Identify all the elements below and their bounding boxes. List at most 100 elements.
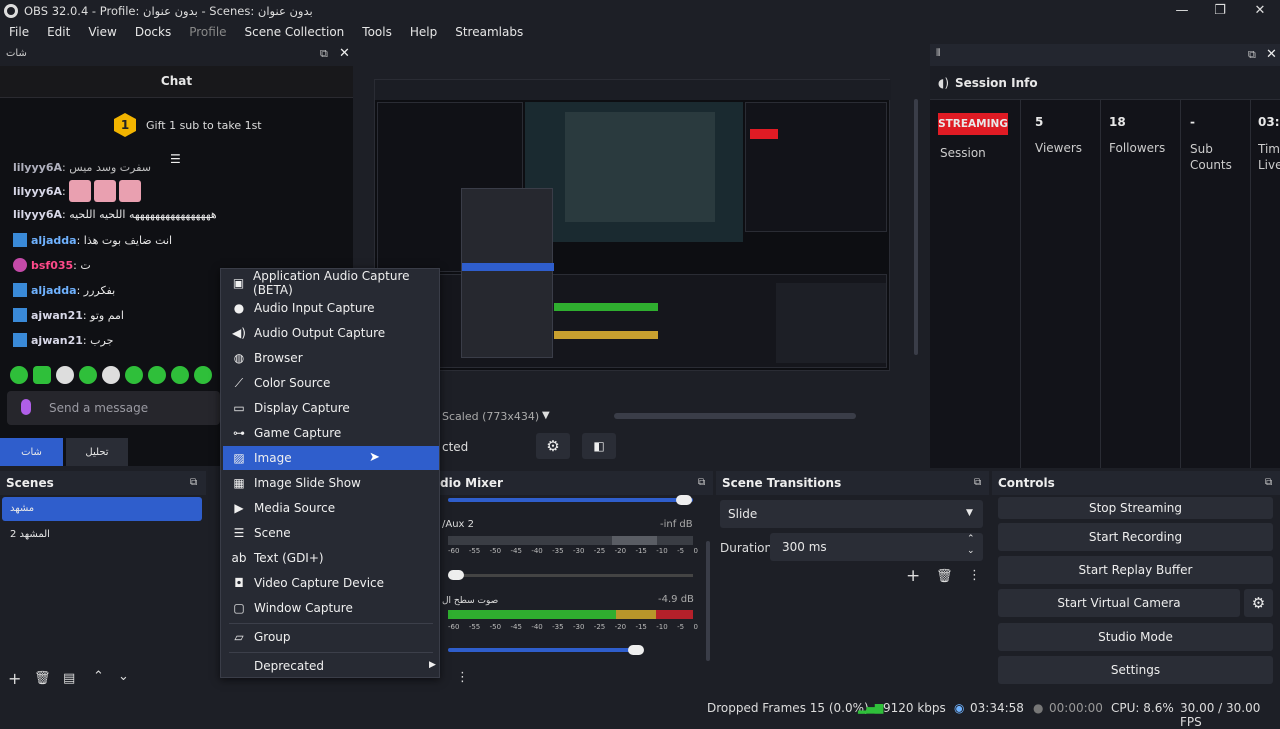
brush-icon: ⟋ xyxy=(234,375,244,390)
emote-icon[interactable] xyxy=(194,366,212,384)
menu-item-text-gdi[interactable]: ab Text (GDI+) xyxy=(223,546,439,570)
chevron-down-icon[interactable]: ▼ xyxy=(542,410,550,421)
menu-item-audio-input-capture[interactable]: ● Audio Input Capture xyxy=(223,296,439,320)
add-icon[interactable]: + xyxy=(906,566,920,586)
minimize-button[interactable]: — xyxy=(1162,0,1202,21)
menu-scene-collection[interactable]: Scene Collection xyxy=(236,25,354,39)
volume-slider[interactable] xyxy=(448,648,636,652)
chat-header: Chat xyxy=(0,66,353,98)
preview-canvas[interactable] xyxy=(374,79,891,371)
tab-activity[interactable]: تحليل xyxy=(66,438,128,466)
add-icon[interactable]: + xyxy=(8,669,21,688)
transition-select[interactable]: Slide ▼ xyxy=(720,500,983,528)
undock-icon[interactable]: ⧉ xyxy=(320,47,328,61)
emote-icon[interactable] xyxy=(10,366,28,384)
menu-item-display-capture[interactable]: ▭ Display Capture xyxy=(223,396,439,420)
filter-icon[interactable]: ▤ xyxy=(63,671,75,686)
tab-chat[interactable]: شات xyxy=(0,438,63,466)
menu-item-audio-output-capture[interactable]: ◀) Audio Output Capture xyxy=(223,321,439,345)
menu-item-group[interactable]: ▱ Group xyxy=(223,625,439,649)
move-down-icon[interactable]: ⌄ xyxy=(118,669,129,684)
emote-icon[interactable] xyxy=(102,366,120,384)
undock-icon[interactable]: ⧉ xyxy=(698,477,705,488)
preview-scrollbar-v[interactable] xyxy=(914,99,918,355)
menu-item-image[interactable]: ▨ Image ➤ xyxy=(223,446,439,470)
volume-slider-handle[interactable] xyxy=(628,645,644,655)
record-time: 00:00:00 xyxy=(1049,701,1103,715)
gift-text[interactable]: Gift 1 sub to take 1st xyxy=(146,119,262,132)
menu-streamlabs[interactable]: Streamlabs xyxy=(446,25,532,39)
menu-item-browser[interactable]: ◍ Browser xyxy=(223,346,439,370)
more-icon[interactable]: ⋮ xyxy=(968,568,981,583)
virtual-camera-gear-icon[interactable]: ⚙ xyxy=(1244,589,1273,617)
start-virtual-camera-button[interactable]: Start Virtual Camera xyxy=(998,589,1240,617)
chat-input[interactable]: Send a message xyxy=(7,391,220,425)
menu-edit[interactable]: Edit xyxy=(38,25,79,39)
menu-item-window-capture[interactable]: ▢ Window Capture xyxy=(223,596,439,620)
menu-help[interactable]: Help xyxy=(401,25,446,39)
start-recording-button[interactable]: Start Recording xyxy=(998,523,1273,551)
studio-mode-button[interactable]: Studio Mode xyxy=(998,623,1273,651)
menu-profile[interactable]: Profile xyxy=(180,25,235,39)
menu-tools[interactable]: Tools xyxy=(353,25,401,39)
move-up-icon[interactable]: ⌃ xyxy=(93,669,104,684)
menu-item-media-source[interactable]: ▶ Media Source xyxy=(223,496,439,520)
stop-streaming-button[interactable]: Stop Streaming xyxy=(998,497,1273,519)
microphone-icon[interactable] xyxy=(21,399,31,415)
more-icon[interactable]: ⋮ xyxy=(456,670,469,685)
blank-icon xyxy=(232,659,246,673)
menu-item-deprecated[interactable]: Deprecated ▶ xyxy=(223,654,439,678)
emote-icon[interactable] xyxy=(33,366,51,384)
menu-docks[interactable]: Docks xyxy=(126,25,180,39)
divider xyxy=(1020,100,1021,468)
menu-separator xyxy=(229,623,433,624)
meter-scale: -60 -55 -50 -45 -40 -35 -30 -25 -20 -15 -10 -5 0 xyxy=(448,547,698,555)
nested-menu-highlight xyxy=(462,263,554,271)
menu-item-image-slide-show[interactable]: ▦ Image Slide Show xyxy=(223,471,439,495)
menu-item-color-source[interactable]: ⟋ Color Source xyxy=(223,371,439,395)
volume-slider-handle[interactable] xyxy=(448,570,464,580)
undock-icon[interactable]: ⧉ xyxy=(1248,48,1256,62)
volume-slider[interactable] xyxy=(448,574,693,577)
close-dock-icon[interactable]: ✕ xyxy=(1266,47,1277,62)
chevron-down-icon[interactable]: ⌄ xyxy=(967,546,975,556)
mouse-cursor-icon: ➤ xyxy=(369,450,380,465)
menu-view[interactable]: View xyxy=(79,25,125,39)
scene-item[interactable]: المشهد 2 xyxy=(2,523,202,547)
layout-toggle-icon[interactable]: ◧ xyxy=(582,433,616,459)
trash-icon[interactable]: 🗑 xyxy=(34,671,51,686)
microphone-icon: ● xyxy=(233,301,245,315)
emote-icon[interactable] xyxy=(148,366,166,384)
menu-item-game-capture[interactable]: ⊶ Game Capture xyxy=(223,421,439,445)
gear-icon[interactable]: ⚙ xyxy=(536,433,570,459)
controls-dock: Controls ⧉ Stop Streaming Start Recordin… xyxy=(992,471,1280,693)
close-button[interactable]: ✕ xyxy=(1240,0,1280,21)
emote-icon[interactable] xyxy=(171,366,189,384)
menu-item-scene[interactable]: ☰ Scene xyxy=(223,521,439,545)
emote-icon[interactable] xyxy=(125,366,143,384)
preview-scrollbar-h[interactable] xyxy=(614,413,856,419)
mixer-scrollbar[interactable] xyxy=(706,541,710,661)
camera-icon: ◘ xyxy=(234,576,244,590)
duration-stepper[interactable]: 300 ms ⌃ ⌄ xyxy=(770,533,983,561)
emote-icon[interactable] xyxy=(79,366,97,384)
undock-icon[interactable]: ⧉ xyxy=(1265,477,1272,488)
volume-slider[interactable] xyxy=(448,498,693,502)
settings-button[interactable]: Settings xyxy=(998,656,1273,684)
undock-icon[interactable]: ⧉ xyxy=(974,477,981,488)
start-replay-buffer-button[interactable]: Start Replay Buffer xyxy=(998,556,1273,584)
chat-filter-icon[interactable]: ☰ xyxy=(170,152,181,166)
volume-slider-handle[interactable] xyxy=(676,495,692,505)
chevron-up-icon[interactable]: ⌃ xyxy=(967,534,975,544)
trash-icon[interactable]: 🗑 xyxy=(936,569,953,584)
nested-meter xyxy=(554,303,658,311)
emote-icon[interactable] xyxy=(56,366,74,384)
menu-item-video-capture-device[interactable]: ◘ Video Capture Device xyxy=(223,571,439,595)
transitions-title: Scene Transitions xyxy=(722,476,842,490)
maximize-button[interactable]: ❐ xyxy=(1200,0,1240,21)
menu-file[interactable]: File xyxy=(0,25,38,39)
menu-item-application-audio-capture[interactable]: ▣ Application Audio Capture (BETA) xyxy=(223,269,439,297)
scene-item[interactable]: مشهد xyxy=(2,497,202,521)
undock-icon[interactable]: ⧉ xyxy=(190,477,197,488)
close-dock-icon[interactable]: ✕ xyxy=(339,46,350,61)
